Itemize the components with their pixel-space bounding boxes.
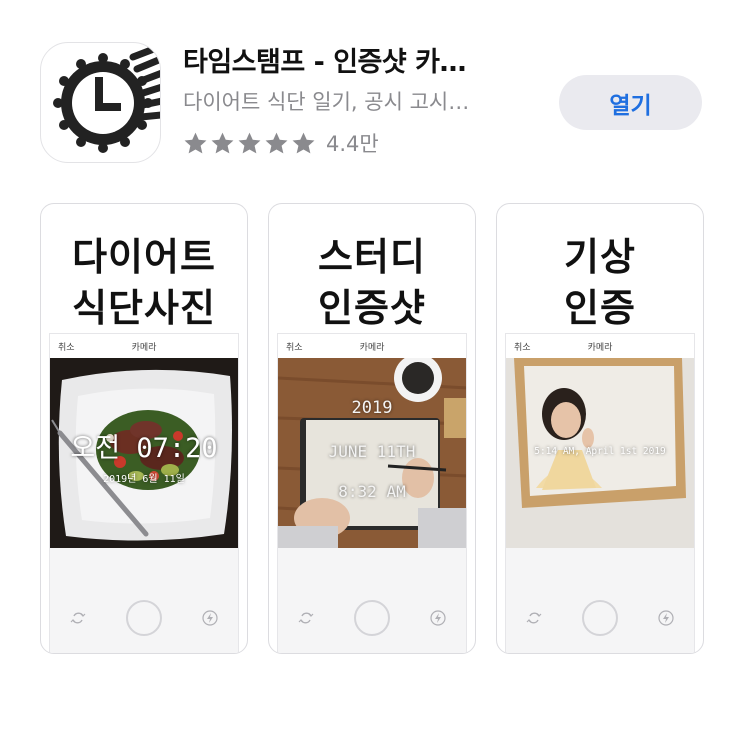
rating-stars xyxy=(183,131,316,156)
star-icon xyxy=(265,132,288,153)
star-icon xyxy=(292,132,315,153)
headline-line: 스터디 xyxy=(318,235,426,279)
camera-title: 카메라 xyxy=(359,343,385,353)
timestamp-year: 2019 xyxy=(351,398,393,418)
camera-top-bar: 취소 카메라 xyxy=(506,334,694,358)
screenshot-headline: 기상 인증 xyxy=(497,232,703,334)
switch-camera-icon[interactable] xyxy=(70,610,86,626)
screenshot-headline: 스터디 인증샷 xyxy=(269,232,475,334)
app-icon[interactable] xyxy=(40,42,161,163)
camera-title: 카메라 xyxy=(587,343,613,353)
headline-line: 기상 xyxy=(564,235,636,279)
camera-top-bar: 취소 카메라 xyxy=(278,334,466,358)
timestamp-time: 8:32 AM xyxy=(338,482,406,501)
phone-preview: 취소 카메라 2019 JUNE 11TH 8:32 AM xyxy=(277,333,467,653)
phone-preview: 취소 카메라 오전 07:20 2019년 6월 11일 xyxy=(49,333,239,653)
camera-top-bar: 취소 카메라 xyxy=(50,334,238,358)
flash-icon[interactable] xyxy=(430,610,446,626)
study-photo: 2019 JUNE 11TH 8:32 AM xyxy=(278,358,466,548)
shutter-button[interactable] xyxy=(126,600,162,636)
headline-line: 인증샷 xyxy=(318,286,426,330)
screenshot-card-study[interactable]: 스터디 인증샷 취소 카메라 2019 JUNE 11TH 8:32 AM xyxy=(268,203,476,654)
headline-line: 인증 xyxy=(564,286,636,330)
camera-controls xyxy=(278,548,466,653)
camera-controls xyxy=(506,548,694,653)
shutter-button[interactable] xyxy=(582,600,618,636)
food-photo: 오전 07:20 2019년 6월 11일 xyxy=(50,358,238,548)
switch-camera-icon[interactable] xyxy=(526,610,542,626)
star-icon xyxy=(184,132,207,153)
star-icon xyxy=(238,132,261,153)
screenshot-card-wakeup[interactable]: 기상 인증 취소 카메라 5:14 AM, April 1st 2019 xyxy=(496,203,704,654)
switch-camera-icon[interactable] xyxy=(298,610,314,626)
camera-controls xyxy=(50,548,238,653)
flash-icon[interactable] xyxy=(658,610,674,626)
mirror-photo: 5:14 AM, April 1st 2019 xyxy=(506,358,694,548)
screenshot-headline: 다이어트 식단사진 xyxy=(41,232,247,334)
star-icon xyxy=(211,132,234,153)
app-title[interactable]: 타임스탬프 - 인증샷 카… xyxy=(183,40,466,79)
timestamp-date: 2019년 6월 11일 xyxy=(103,474,185,485)
headline-line: 식단사진 xyxy=(72,286,216,330)
flash-icon[interactable] xyxy=(202,610,218,626)
timestamp-text: 5:14 AM, April 1st 2019 xyxy=(534,446,666,457)
rating-count: 4.4만 xyxy=(326,132,379,156)
clock-icon xyxy=(53,43,160,153)
app-subtitle: 다이어트 식단 일기, 공시 고시… xyxy=(183,90,470,114)
phone-preview: 취소 카메라 5:14 AM, April 1st 2019 xyxy=(505,333,695,653)
timestamp-time: 오전 07:20 xyxy=(70,433,218,464)
open-button[interactable]: 열기 xyxy=(559,75,702,130)
screenshot-card-diet[interactable]: 다이어트 식단사진 취소 카메라 오전 07:20 2019년 6월 11일 xyxy=(40,203,248,654)
timestamp-date: JUNE 11TH xyxy=(328,442,416,461)
shutter-button[interactable] xyxy=(354,600,390,636)
headline-line: 다이어트 xyxy=(72,235,216,279)
rating-row: 4.4만 xyxy=(183,128,379,158)
camera-title: 카메라 xyxy=(131,343,157,353)
